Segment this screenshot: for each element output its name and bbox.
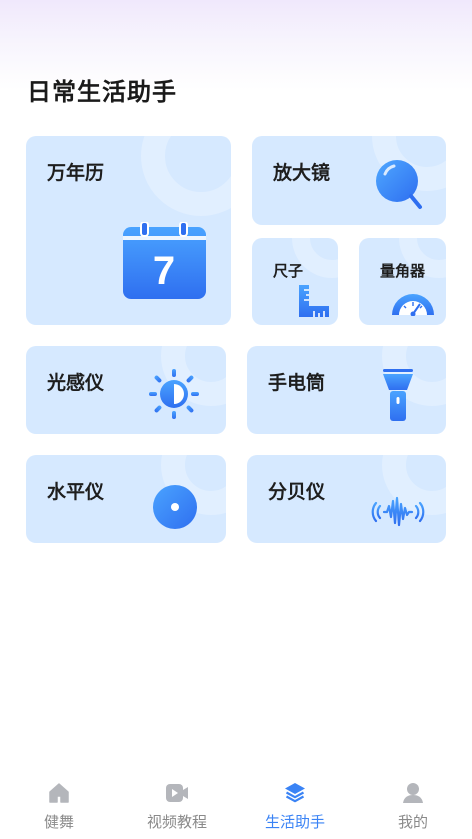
tab-label: 生活助手 [264,813,325,831]
magnifier-card[interactable]: 放大镜 [252,136,446,225]
tab-label: 我的 [397,813,428,831]
home-icon [49,783,69,803]
brightness-icon [149,369,199,419]
calendar-day: 7 [153,249,175,293]
tab-mine[interactable]: 我的 [354,768,472,839]
protractor-card[interactable]: 量角器 [359,238,446,325]
light-meter-label: 光感仪 [47,372,105,394]
level-card[interactable]: 水平仪 [26,455,226,543]
calendar-card[interactable]: 万年历 7 [26,136,231,325]
tab-life-assistant[interactable]: 生活助手 [236,768,354,839]
flashlight-label: 手电筒 [268,372,326,394]
soundwave-icon [371,496,425,527]
decibel-card[interactable]: 分贝仪 [247,455,446,543]
ruler-card[interactable]: 尺子 [252,238,338,325]
tab-dance[interactable]: 健舞 [0,768,118,839]
light-meter-card[interactable]: 光感仪 [26,346,226,434]
level-label: 水平仪 [47,481,105,503]
flashlight-card[interactable]: 手电筒 [247,346,446,434]
ruler-icon [299,285,329,317]
ruler-label: 尺子 [273,262,304,280]
decibel-label: 分贝仪 [268,481,326,503]
tab-label: 视频教程 [146,813,207,831]
page-title: 日常生活助手 [27,78,177,106]
magnifier-icon [376,160,422,209]
layers-icon [285,783,305,803]
tab-video-tutorials[interactable]: 视频教程 [118,768,236,839]
card-decoration [141,136,231,216]
calendar-icon: 7 [123,222,206,299]
protractor-label: 量角器 [380,262,426,280]
bottom-tab-bar: 健舞 视频教程 生活助手 我的 [0,768,472,839]
magnifier-label: 放大镜 [273,162,331,184]
video-icon [166,784,188,802]
calendar-label: 万年历 [47,162,105,184]
level-bubble-icon [153,485,197,529]
user-icon [403,783,423,803]
flashlight-icon [383,369,413,421]
tab-label: 健舞 [43,813,74,831]
protractor-icon [392,294,434,316]
